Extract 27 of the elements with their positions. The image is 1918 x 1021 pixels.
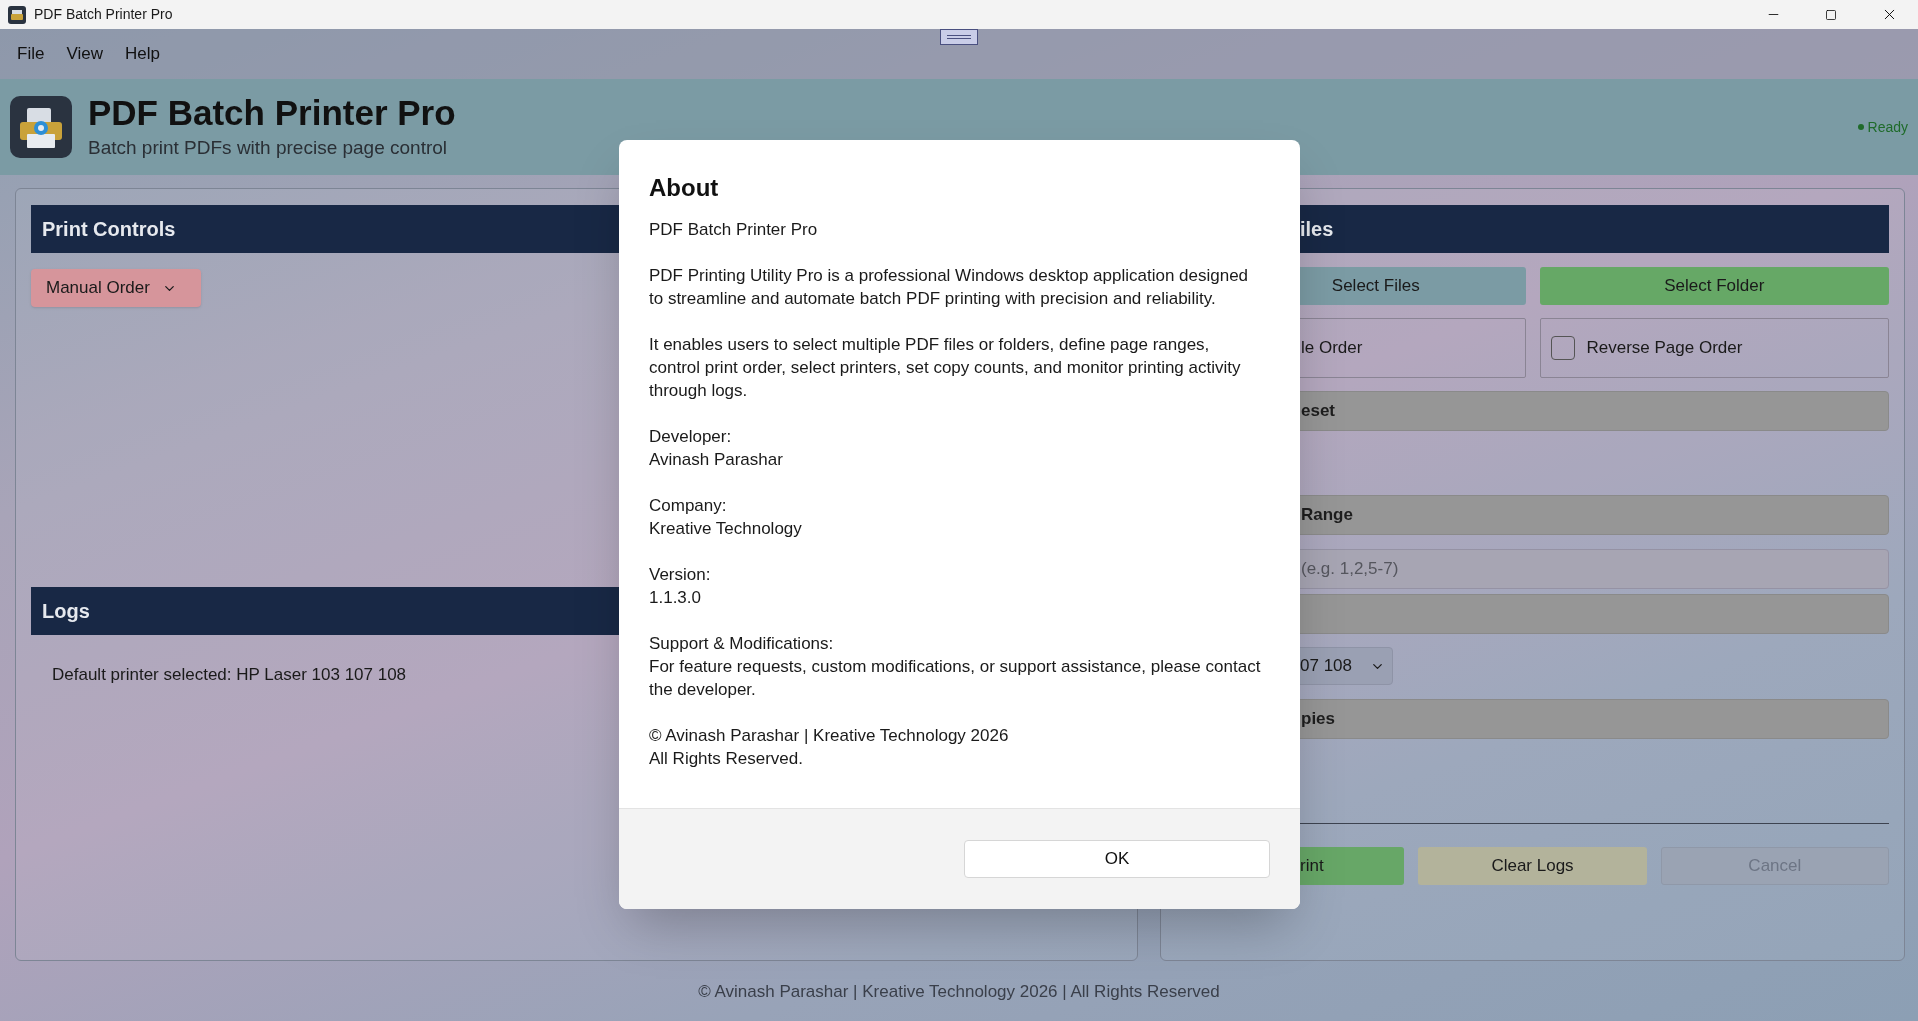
clear-logs-button[interactable]: Clear Logs [1418,847,1647,885]
dialog-title: About [649,173,720,203]
menu-item[interactable]: Help [113,41,171,67]
printer-app-icon [8,5,26,24]
window-title: PDF Batch Printer Pro [34,5,173,24]
status-text: Ready [1867,117,1908,137]
menu-item[interactable]: View [55,41,114,67]
log-entry: Default printer selected: HP Laser 103 107 108 [52,664,407,686]
printer-app-icon [10,96,72,158]
dialog-paragraph: Company: Kreative Technology [649,495,803,540]
checkbox-square[interactable] [1550,336,1575,360]
dialog-paragraph: Support & Modifications: For feature requests, custom modifications, or support assistance, please contact the developer. [649,633,1262,701]
order-dropdown[interactable]: Manual Order [31,269,201,307]
footer-text: © Avinash Parashar | Kreative Technology 2026 | All Rights Reserved [698,980,1220,1003]
app-title: PDF Batch Printer Pro [88,93,456,133]
dialog-paragraph: Developer: Avinash Parashar [649,426,784,471]
ok-button[interactable]: OK [964,840,1270,878]
status-dot-icon [1857,124,1864,130]
maximize-icon[interactable] [1825,8,1837,21]
dialog-paragraph: © Avinash Parashar | Kreative Technology 2026 All Rights Reserved. [649,725,1010,770]
menu-item[interactable]: File [6,41,56,67]
reverse-page-order-checkbox[interactable]: Reverse Page Order [1539,318,1889,378]
drag-handle-icon[interactable] [940,29,978,45]
option-label: le Order [1301,337,1363,360]
dialog-paragraph: PDF Batch Printer Pro [649,219,819,241]
select-folder-button[interactable]: Select Folder [1539,267,1889,305]
app-subtitle: Batch print PDFs with precise page control [88,136,449,160]
